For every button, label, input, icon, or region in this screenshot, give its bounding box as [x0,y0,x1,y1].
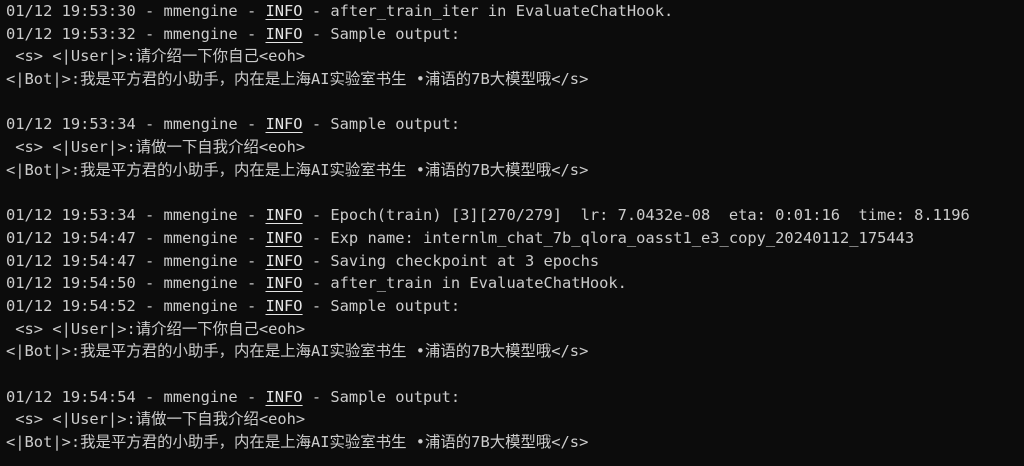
log-timestamp: 01/12 19:53:34 [6,115,136,134]
log-timestamp: 01/12 19:54:47 [6,228,136,247]
log-timestamp: 01/12 19:53:34 [6,206,136,225]
log-timestamp: 01/12 19:54:54 [6,387,136,406]
output-line: <s> <|User|>:请做一下自我介绍<eoh> [6,410,306,429]
log-message: after_train_iter in EvaluateChatHook. [330,2,674,20]
log-line: 01/12 19:54:47 - mmengine - INFO - Exp n… [6,228,915,247]
log-logger: mmengine [163,296,238,315]
output-line: <s> <|User|>:请介绍一下你自己<eoh> [6,319,306,338]
log-logger: mmengine [163,251,238,270]
log-message: Sample output: [330,115,461,134]
log-level: INFO [265,206,303,225]
log-timestamp: 01/12 19:54:47 [6,251,136,270]
log-logger: mmengine [163,24,238,43]
log-line: 01/12 19:53:30 - mmengine - INFO - after… [6,2,674,20]
output-line: <s> <|User|>:请做一下自我介绍<eoh> [6,138,306,157]
log-line: 01/12 19:54:54 - mmengine - INFO - Sampl… [6,387,461,406]
log-timestamp: 01/12 19:54:52 [6,296,136,315]
log-level: INFO [265,274,303,293]
output-line: <|Bot|>:我是平方君的小助手，内在是上海AI实验室书生 •浦语的7B大模型… [6,342,589,361]
log-logger: mmengine [163,115,238,134]
output-line: <|Bot|>:我是平方君的小助手，内在是上海AI实验室书生 •浦语的7B大模型… [6,433,589,452]
log-level: INFO [265,2,303,20]
log-line: 01/12 19:54:47 - mmengine - INFO - Savin… [6,251,600,270]
log-message: Sample output: [330,24,461,43]
log-message: Saving checkpoint at 3 epochs [330,251,600,270]
log-logger: mmengine [163,206,238,225]
log-line: 01/12 19:54:52 - mmengine - INFO - Sampl… [6,296,461,315]
log-logger: mmengine [163,228,238,247]
log-level: INFO [265,115,303,134]
log-message: Sample output: [330,387,461,406]
log-level: INFO [265,251,303,270]
log-line: 01/12 19:53:32 - mmengine - INFO - Sampl… [6,24,461,43]
log-level: INFO [265,24,303,43]
output-line: <|Bot|>:我是平方君的小助手，内在是上海AI实验室书生 •浦语的7B大模型… [6,160,589,179]
log-message: Epoch(train) [3][270/279] lr: 7.0432e-08… [330,206,970,225]
output-line: <|Bot|>:我是平方君的小助手，内在是上海AI实验室书生 •浦语的7B大模型… [6,70,589,89]
log-timestamp: 01/12 19:53:30 [6,2,136,20]
terminal-output[interactable]: 01/12 19:53:30 - mmengine - INFO - after… [0,0,1024,466]
log-line: 01/12 19:53:34 - mmengine - INFO - Epoch… [6,206,970,225]
log-logger: mmengine [163,274,238,293]
log-timestamp: 01/12 19:54:50 [6,274,136,293]
log-logger: mmengine [163,387,238,406]
log-level: INFO [265,387,303,406]
output-line: <s> <|User|>:请介绍一下你自己<eoh> [6,47,306,66]
log-message: Sample output: [330,296,461,315]
log-line: 01/12 19:53:34 - mmengine - INFO - Sampl… [6,115,461,134]
log-logger: mmengine [163,2,238,20]
log-level: INFO [265,228,303,247]
log-line: 01/12 19:54:50 - mmengine - INFO - after… [6,274,627,293]
log-level: INFO [265,296,303,315]
log-timestamp: 01/12 19:53:32 [6,24,136,43]
log-message: Exp name: internlm_chat_7b_qlora_oasst1_… [330,228,915,247]
log-message: after_train in EvaluateChatHook. [330,274,627,293]
